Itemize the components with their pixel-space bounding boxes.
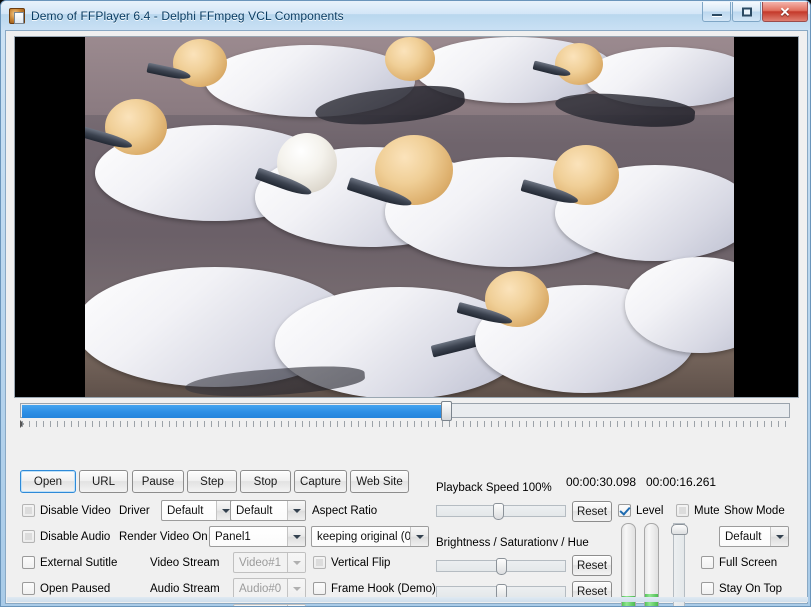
combo-show-mode[interactable]: Default	[719, 526, 789, 547]
close-icon: ✕	[780, 5, 791, 18]
web-site-button[interactable]: Web Site	[350, 470, 409, 493]
label-brightness-saturation-hue: Brightness / Saturationv / Hue	[436, 537, 589, 549]
combo-audio-stream[interactable]: Audio#0	[233, 578, 306, 599]
client-area: Open URL Pause Step Stop Capture Web Sit…	[5, 30, 808, 604]
checkbox-level[interactable]: Level	[618, 504, 664, 517]
seek-ticks	[22, 421, 788, 427]
checkbox-box	[22, 530, 35, 543]
maximize-button[interactable]	[732, 2, 761, 22]
combo-value: Video#1	[239, 557, 281, 569]
chevron-down-icon[interactable]	[287, 553, 305, 572]
window-controls: ✕	[702, 2, 808, 22]
checkbox-box	[701, 582, 714, 595]
pause-button[interactable]: Pause	[132, 470, 184, 493]
checkbox-label: Open Paused	[40, 583, 110, 595]
checkbox-label: Vertical Flip	[331, 557, 390, 569]
video-letterbox	[15, 37, 798, 397]
checkbox-box	[618, 504, 631, 517]
minimize-button[interactable]	[702, 2, 731, 22]
time-duration: 00:00:30.098	[566, 475, 636, 489]
video-image	[85, 37, 734, 397]
checkbox-label: Mute	[694, 505, 720, 517]
combo-value: Default	[725, 531, 761, 543]
reset-playback-speed-button[interactable]: Reset	[572, 501, 612, 522]
checkbox-label: External Sutitle	[40, 557, 117, 569]
checkbox-mute[interactable]: Mute	[676, 504, 720, 517]
checkbox-open-paused[interactable]: Open Paused	[22, 582, 110, 595]
checkbox-label: Stay On Top	[719, 583, 782, 595]
checkbox-label: Full Screen	[719, 557, 777, 569]
checkbox-label: Frame Hook (Demo)	[331, 583, 436, 595]
chevron-down-icon[interactable]	[287, 579, 305, 598]
video-panel[interactable]	[14, 36, 799, 398]
checkbox-external-subtitle[interactable]: External Sutitle	[22, 556, 117, 569]
checkbox-disable-video[interactable]: Disable Video	[22, 504, 111, 517]
combo-driver-2[interactable]: Default	[230, 500, 306, 521]
slider-thumb[interactable]	[671, 524, 688, 535]
brightness-slider[interactable]	[436, 558, 566, 574]
vu-meter-right	[644, 523, 659, 607]
slider-track	[673, 523, 685, 607]
vu-meter-left	[621, 523, 636, 607]
combo-render-video-on[interactable]: Panel1	[209, 526, 306, 547]
app-icon	[9, 8, 25, 24]
status-strip	[7, 597, 808, 602]
seek-thumb[interactable]	[441, 401, 452, 421]
slider-thumb[interactable]	[493, 503, 504, 520]
application-window: Demo of FFPlayer 6.4 - Delphi FFmpeg VCL…	[0, 0, 811, 607]
step-button[interactable]: Step	[187, 470, 237, 493]
open-button[interactable]: Open	[20, 470, 76, 493]
checkbox-label: Disable Audio	[40, 531, 110, 543]
checkbox-box	[22, 504, 35, 517]
volume-slider[interactable]	[671, 523, 687, 607]
combo-value: Audio#0	[239, 583, 281, 595]
window-title: Demo of FFPlayer 6.4 - Delphi FFmpeg VCL…	[31, 9, 344, 23]
label-aspect-ratio: Aspect Ratio	[312, 505, 377, 517]
combo-value: Default	[236, 505, 272, 517]
url-button[interactable]: URL	[79, 470, 128, 493]
label-video-stream: Video Stream	[150, 557, 219, 569]
chevron-down-icon[interactable]	[287, 527, 305, 546]
seek-track[interactable]	[20, 403, 790, 418]
combo-driver-1[interactable]: Default	[161, 500, 235, 521]
chevron-down-icon[interactable]	[770, 527, 788, 546]
checkbox-stay-on-top[interactable]: Stay On Top	[701, 582, 782, 595]
checkbox-label: Disable Video	[40, 505, 111, 517]
seek-slider[interactable]	[20, 403, 790, 429]
playback-speed-slider[interactable]	[436, 503, 566, 519]
checkbox-disable-audio[interactable]: Disable Audio	[22, 530, 110, 543]
label-show-mode: Show Mode	[724, 505, 785, 517]
combo-aspect-ratio[interactable]: keeping original (0)	[311, 526, 429, 547]
slider-thumb[interactable]	[496, 558, 507, 575]
time-position: 00:00:16.261	[646, 475, 716, 489]
checkbox-frame-hook[interactable]: Frame Hook (Demo)	[313, 582, 436, 595]
capture-button[interactable]: Capture	[294, 470, 347, 493]
combo-video-stream[interactable]: Video#1	[233, 552, 306, 573]
label-render-video-on: Render Video On	[119, 531, 208, 543]
checkbox-box	[313, 582, 326, 595]
combo-value: Default	[167, 505, 203, 517]
checkbox-box	[701, 556, 714, 569]
seek-fill	[22, 405, 446, 418]
combo-value: Panel1	[215, 531, 251, 543]
checkbox-label: Level	[636, 505, 664, 517]
label-playback-speed: Playback Speed 100%	[436, 482, 552, 494]
reset-brightness-button[interactable]: Reset	[572, 555, 612, 576]
label-audio-stream: Audio Stream	[150, 583, 220, 595]
checkbox-box	[22, 582, 35, 595]
checkbox-box	[313, 556, 326, 569]
label-driver: Driver	[119, 505, 150, 517]
chevron-down-icon[interactable]	[410, 527, 428, 546]
title-bar[interactable]: Demo of FFPlayer 6.4 - Delphi FFmpeg VCL…	[1, 1, 811, 30]
combo-value: keeping original (0)	[317, 531, 415, 543]
checkbox-box	[676, 504, 689, 517]
chevron-down-icon[interactable]	[287, 501, 305, 520]
checkbox-vertical-flip[interactable]: Vertical Flip	[313, 556, 390, 569]
checkbox-box	[22, 556, 35, 569]
checkbox-full-screen[interactable]: Full Screen	[701, 556, 777, 569]
close-button[interactable]: ✕	[762, 2, 808, 22]
stop-button[interactable]: Stop	[240, 470, 291, 493]
